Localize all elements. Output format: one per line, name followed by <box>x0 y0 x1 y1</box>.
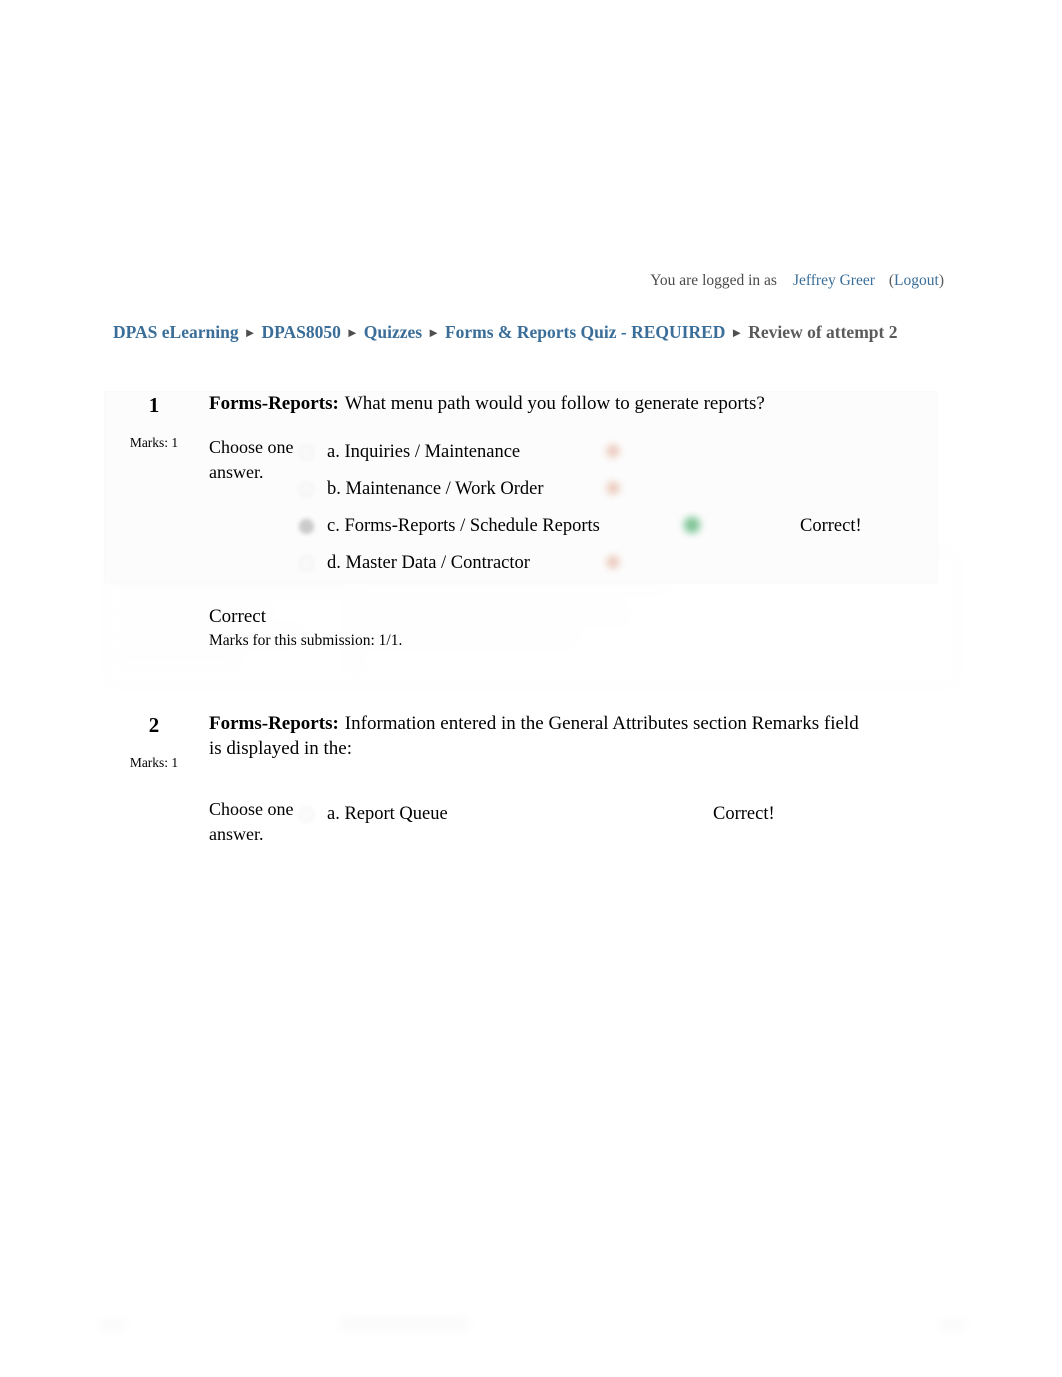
question-stem: Forms-Reports: What menu path would you f… <box>209 391 869 416</box>
option-radio-a[interactable] <box>299 806 314 822</box>
option-label-b: b. Maintenance / Work Order <box>327 479 544 500</box>
option-row[interactable]: c. Forms-Reports / Schedule Reports Corr… <box>299 508 964 545</box>
option-radio-c[interactable] <box>299 519 314 535</box>
question-block: 2 Marks: 1 Forms-Reports: Information ent… <box>104 711 964 847</box>
footer-line-ghost <box>100 1320 126 1331</box>
option-row[interactable]: a. Report Queue Correct! <box>299 796 964 833</box>
option-radio-b[interactable] <box>299 482 314 498</box>
incorrect-mark-icon <box>605 554 621 571</box>
option-feedback-a: Correct! <box>713 803 775 824</box>
correct-check-icon <box>682 515 702 536</box>
breadcrumb-item-dpas-elearning[interactable]: DPAS eLearning <box>113 322 239 342</box>
incorrect-mark-icon <box>605 480 621 497</box>
breadcrumb-separator-icon: ► <box>243 324 257 340</box>
option-radio-a[interactable] <box>299 445 314 461</box>
option-radio-d[interactable] <box>299 556 314 572</box>
breadcrumb-item-forms-reports-quiz[interactable]: Forms & Reports Quiz - REQUIRED <box>445 322 725 342</box>
logged-in-label: You are logged in as <box>650 272 777 289</box>
breadcrumb: DPAS eLearning ► DPAS8050 ► Quizzes ► Forms & … <box>0 321 1062 343</box>
options-list: a. Report Queue Correct! <box>299 796 964 833</box>
option-row[interactable]: d. Master Data / Contractor <box>299 545 964 582</box>
page-footer-ghost <box>0 1300 1062 1360</box>
question-result: Correct Marks for this submission: 1/1. <box>204 605 964 650</box>
logout-wrapper: (Logout) <box>889 272 944 289</box>
logout-link[interactable]: Logout <box>894 272 939 289</box>
option-label-d: d. Master Data / Contractor <box>327 553 530 574</box>
option-row[interactable]: b. Maintenance / Work Order <box>299 471 964 508</box>
question-body: Forms-Reports: What menu path would you f… <box>204 391 964 582</box>
breadcrumb-separator-icon: ► <box>730 324 744 340</box>
options-list: a. Inquiries / Maintenance b. Maintenanc… <box>299 434 964 582</box>
question-result-marks: Marks for this submission: 1/1. <box>209 631 403 649</box>
option-row[interactable]: a. Inquiries / Maintenance <box>299 434 964 471</box>
breadcrumb-separator-icon: ► <box>427 324 440 340</box>
questions-list: 1 Marks: 1 Forms-Reports: What menu path … <box>0 390 1062 847</box>
footer-line-ghost <box>340 1318 470 1329</box>
question-stem: Forms-Reports: Information entered in the… <box>209 711 869 761</box>
option-feedback-c: Correct! <box>800 516 862 537</box>
user-profile-link[interactable]: Jeffrey Greer <box>793 272 875 289</box>
question-marks-label: Marks: 1 <box>129 754 179 770</box>
breadcrumb-item-review-of-attempt: Review of attempt 2 <box>748 321 898 342</box>
question-card: 2 Marks: 1 Forms-Reports: Information ent… <box>104 711 964 847</box>
page-top-spacer <box>0 0 1062 272</box>
incorrect-mark-icon <box>605 443 621 460</box>
breadcrumb-item-dpas8050[interactable]: DPAS8050 <box>261 322 340 342</box>
question-meta: 1 Marks: 1 <box>104 391 204 451</box>
question-marks-label: Marks: 1 <box>129 434 179 450</box>
breadcrumb-item-quizzes[interactable]: Quizzes <box>364 322 422 342</box>
question-tag: Forms-Reports: <box>209 392 339 414</box>
question-result-title: Correct <box>209 606 266 628</box>
question-card: 1 Marks: 1 Forms-Reports: What menu path … <box>104 390 964 585</box>
logout-paren-close: ) <box>938 272 944 289</box>
question-meta: 2 Marks: 1 <box>104 711 204 771</box>
question-number: 2 <box>148 712 160 737</box>
question-text: What menu path would you follow to gener… <box>344 392 765 414</box>
breadcrumb-separator-icon: ► <box>345 324 359 340</box>
question-body: Forms-Reports: Information entered in the… <box>204 711 964 847</box>
option-label-a: a. Inquiries / Maintenance <box>327 442 521 463</box>
question-number: 1 <box>148 392 160 417</box>
question-block: 1 Marks: 1 Forms-Reports: What menu path … <box>104 390 964 650</box>
footer-line-ghost <box>940 1320 966 1331</box>
login-status-bar: You are logged in as Jeffrey Greer (Logout… <box>0 272 1062 291</box>
option-label-a: a. Report Queue <box>327 803 448 824</box>
answers-area: Choose one answer. a. Report Queue Corre… <box>209 796 964 847</box>
question-tag: Forms-Reports: <box>209 712 339 734</box>
option-label-c: c. Forms-Reports / Schedule Reports <box>327 516 600 537</box>
answers-area: Choose one answer. a. Inquiries / Mainte… <box>209 434 964 582</box>
